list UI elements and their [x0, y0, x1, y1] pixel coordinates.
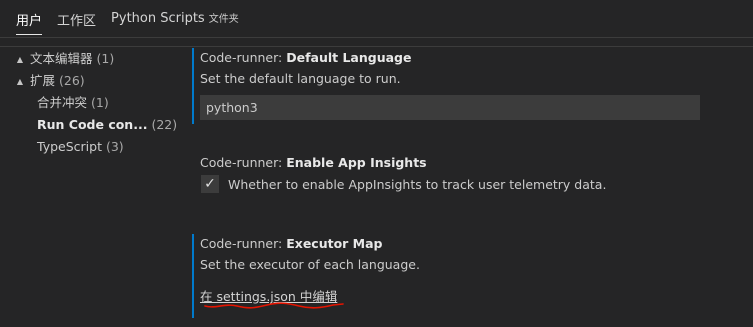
checkbox-row: ✓ Whether to enable AppInsights to track… — [200, 175, 753, 193]
settings-list: Code-runner: Default Language Set the de… — [185, 48, 753, 327]
tab-user[interactable]: 用户 — [16, 10, 43, 35]
tab-workspace-label: 工作区 — [57, 14, 97, 29]
tree-item-count: (1) — [91, 95, 109, 110]
tree-item-typescript[interactable]: TypeScript (3) — [37, 136, 124, 158]
expanded-chevron-icon: ▲ — [16, 54, 24, 64]
tree-item-text-editor[interactable]: ▲ 文本编辑器 (1) — [14, 48, 114, 70]
expanded-chevron-icon: ▲ — [16, 76, 24, 86]
tree-item-label: 扩展 — [29, 73, 55, 88]
tabbar-divider — [0, 37, 753, 38]
tree-item-label: Run Code con... — [37, 117, 148, 132]
settings-editor: 用户 工作区 Python Scripts 文件夹 ▲ 文本编辑器 (1) ▲ 扩… — [0, 0, 753, 327]
tree-item-label: 合并冲突 — [37, 95, 88, 110]
setting-title: Code-runner: Executor Map — [200, 236, 753, 251]
tree-item-extensions[interactable]: ▲ 扩展 (26) — [14, 70, 85, 92]
setting-enable-app-insights: Code-runner: Enable App Insights ✓ Wheth… — [193, 153, 753, 193]
tree-item-run-code-config[interactable]: Run Code con... (22) — [37, 114, 177, 136]
checkbox-description: Whether to enable AppInsights to track u… — [228, 176, 607, 192]
tree-item-merge-conflict[interactable]: 合并冲突 (1) — [37, 92, 109, 114]
enable-app-insights-checkbox[interactable]: ✓ — [201, 175, 219, 193]
tab-folder-label: Python Scripts — [111, 11, 205, 26]
tree-item-count: (26) — [58, 73, 85, 88]
settings-scope-tabs: 用户 工作区 Python Scripts 文件夹 — [0, 0, 753, 37]
setting-key: Enable App Insights — [286, 155, 427, 170]
setting-title: Code-runner: Enable App Insights — [200, 155, 753, 170]
red-underline-annotation — [204, 302, 344, 309]
setting-category: Code-runner: — [200, 236, 287, 251]
tree-item-label: 文本编辑器 — [29, 51, 93, 66]
setting-executor-map: Code-runner: Executor Map Set the execut… — [192, 234, 753, 318]
tree-item-count: (22) — [151, 117, 178, 132]
setting-description: Set the executor of each language. — [200, 257, 420, 272]
tab-folder-python-scripts[interactable]: Python Scripts 文件夹 — [111, 10, 239, 31]
tree-item-label: TypeScript — [37, 139, 102, 154]
tab-user-label: 用户 — [16, 14, 43, 29]
default-language-input[interactable]: python3 — [200, 95, 700, 120]
setting-title: Code-runner: Default Language — [200, 50, 753, 65]
setting-key: Executor Map — [286, 236, 383, 251]
tab-workspace[interactable]: 工作区 — [57, 10, 96, 34]
setting-key: Default Language — [286, 50, 412, 65]
tab-folder-sublabel: 文件夹 — [208, 14, 239, 25]
setting-default-language: Code-runner: Default Language Set the de… — [192, 48, 753, 124]
content-divider — [0, 46, 753, 47]
setting-category: Code-runner: — [200, 155, 287, 170]
setting-description: Set the default language to run. — [200, 71, 401, 86]
tree-item-count: (1) — [96, 51, 115, 66]
setting-category: Code-runner: — [200, 50, 287, 65]
edit-in-settings-json-link[interactable]: 在 settings.json 中编辑 — [200, 286, 344, 309]
tree-item-count: (3) — [105, 139, 124, 154]
